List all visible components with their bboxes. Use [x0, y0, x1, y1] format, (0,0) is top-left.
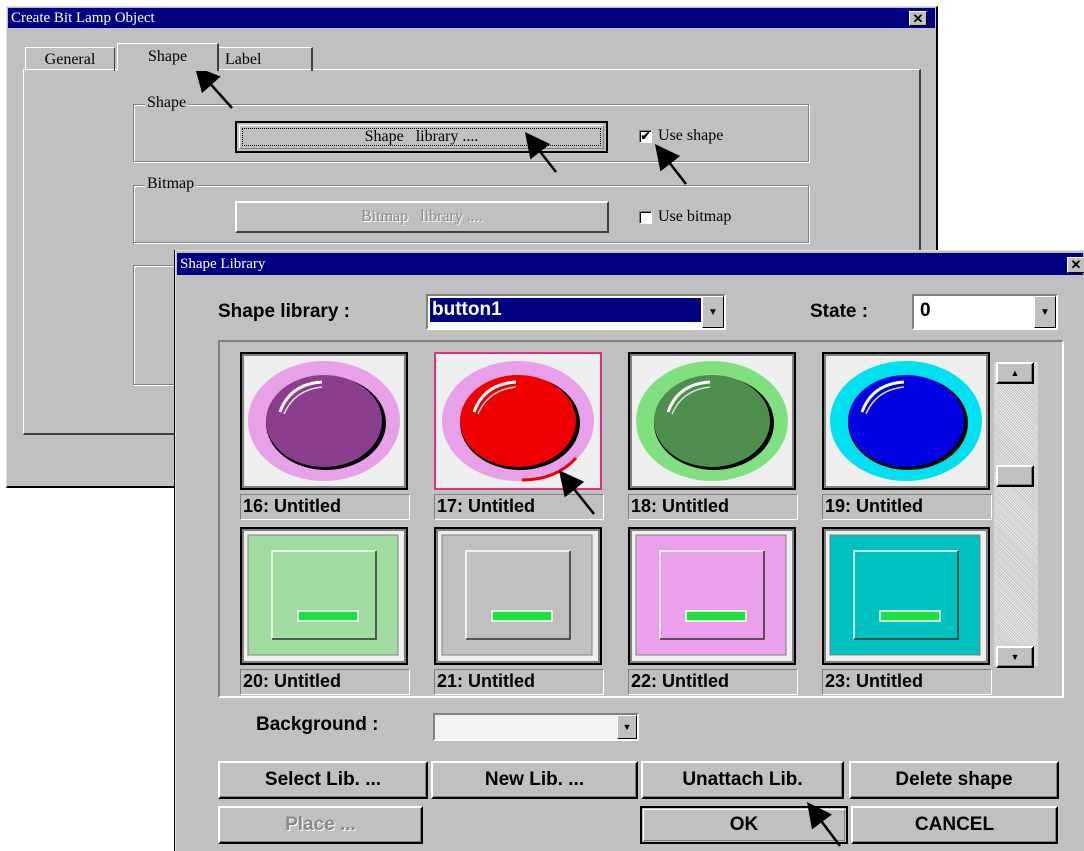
tab-shape-label: Shape — [147, 48, 188, 65]
close-button[interactable]: ✕ — [1067, 257, 1084, 273]
bitmap-library-button[interactable]: Bitmap library .... — [235, 201, 609, 233]
dialog-title: Shape Library — [180, 256, 266, 272]
select-lib-label: Select Lib. ... — [264, 769, 382, 790]
unattach-lib-label: Unattach Lib. — [682, 769, 803, 790]
shape-library-value: button1 — [430, 298, 701, 322]
scroll-up-button[interactable]: ▲ — [996, 362, 1034, 384]
bitmap-library-button-label: Bitmap library .... — [361, 208, 483, 225]
use-bitmap-checkbox[interactable]: Use bitmap — [639, 208, 731, 226]
tab-general-label: General — [44, 51, 96, 68]
dialog-title: Create Bit Lamp Object — [11, 10, 155, 26]
close-icon: ✕ — [912, 10, 924, 26]
use-bitmap-check — [639, 210, 652, 224]
state-dropdown-button[interactable]: ▼ — [1034, 296, 1056, 328]
background-label: Background : — [256, 714, 379, 735]
shape-library-button[interactable]: Shape library .... — [235, 121, 608, 153]
shape-tile[interactable]: 23: Untitled — [822, 527, 992, 697]
shape-caption: 18: Untitled — [628, 494, 798, 520]
select-lib-button[interactable]: Select Lib. ... — [218, 761, 428, 799]
cancel-button[interactable]: CANCEL — [851, 806, 1058, 844]
use-shape-label: Use shape — [658, 127, 724, 144]
cancel-label: CANCEL — [914, 814, 995, 835]
tab-label-label: Label — [225, 51, 262, 68]
shape-tile[interactable]: 20: Untitled — [240, 527, 410, 697]
title-bar[interactable]: Create Bit Lamp Object — [8, 8, 935, 28]
scroll-down-button[interactable]: ▼ — [996, 646, 1034, 668]
shape-tile[interactable]: 21: Untitled — [434, 527, 604, 697]
shape-thumbnail — [434, 527, 602, 665]
tab-general[interactable]: General — [25, 47, 115, 71]
shape-grid: 16: Untitled 17: Untitled 18: Untitled 19: … — [220, 342, 1060, 697]
shape-library-select[interactable]: button1 ▼ — [426, 294, 726, 330]
shape-library-dropdown-button[interactable]: ▼ — [702, 296, 724, 328]
place-label: Place ... — [285, 814, 356, 835]
shape-thumbnail — [240, 527, 408, 665]
scroll-down-icon: ▼ — [1010, 652, 1020, 662]
state-select[interactable]: 0 ▼ — [912, 294, 1058, 330]
shape-tile[interactable]: 16: Untitled — [240, 352, 410, 522]
ok-button[interactable]: OK — [640, 806, 848, 844]
shape-thumbnail — [240, 352, 408, 490]
background-dropdown-button[interactable]: ▼ — [617, 715, 637, 739]
close-button[interactable]: ✕ — [909, 11, 927, 26]
scroll-thumb[interactable] — [996, 465, 1034, 487]
shape-caption: 20: Untitled — [240, 669, 410, 695]
shape-thumbnail — [628, 352, 796, 490]
title-bar[interactable]: Shape Library — [177, 253, 1083, 275]
shape-library-dialog: Shape Library ✕ Shape library : button1 … — [175, 250, 1084, 851]
shape-caption: 17: Untitled — [434, 494, 604, 520]
tab-label[interactable]: Label — [219, 47, 313, 71]
chevron-down-icon: ▼ — [622, 722, 632, 732]
delete-shape-label: Delete shape — [895, 769, 1013, 790]
close-icon: ✕ — [1070, 257, 1082, 272]
unattach-lib-button[interactable]: Unattach Lib. — [641, 761, 844, 799]
shape-group-label: Shape — [145, 94, 189, 112]
shape-list-panel: 16: Untitled 17: Untitled 18: Untitled 19: … — [218, 340, 1064, 698]
shape-thumbnail — [628, 527, 796, 665]
shape-thumbnail — [434, 352, 602, 490]
shape-library-label: Shape library : — [218, 301, 350, 322]
chevron-down-icon: ▼ — [1040, 306, 1050, 318]
scroll-up-icon: ▲ — [1010, 368, 1020, 378]
bitmap-group-label: Bitmap — [145, 175, 197, 193]
chevron-down-icon: ▼ — [708, 306, 718, 318]
shape-caption: 21: Untitled — [434, 669, 604, 695]
new-lib-label: New Lib. ... — [484, 769, 585, 790]
new-lib-button[interactable]: New Lib. ... — [431, 761, 638, 799]
state-value: 0 — [920, 300, 931, 321]
shape-thumbnail — [822, 527, 990, 665]
shape-caption: 23: Untitled — [822, 669, 992, 695]
shape-tile[interactable]: 18: Untitled — [628, 352, 798, 522]
use-shape-checkbox[interactable]: ✔ Use shape — [639, 127, 723, 145]
shape-tile[interactable]: 19: Untitled — [822, 352, 992, 522]
shape-thumbnail — [822, 352, 990, 490]
vertical-scrollbar[interactable]: ▲ ▼ — [994, 362, 1038, 668]
shape-caption: 19: Untitled — [822, 494, 992, 520]
shape-tile[interactable]: 17: Untitled — [434, 352, 604, 522]
shape-caption: 22: Untitled — [628, 669, 798, 695]
state-label: State : — [810, 301, 869, 322]
ok-label: OK — [729, 814, 759, 835]
tab-shape[interactable]: Shape — [117, 43, 219, 71]
shape-caption: 16: Untitled — [240, 494, 410, 520]
place-button[interactable]: Place ... — [218, 806, 423, 844]
delete-shape-button[interactable]: Delete shape — [849, 761, 1059, 799]
use-shape-check: ✔ — [639, 128, 652, 143]
shape-tile[interactable]: 22: Untitled — [628, 527, 798, 697]
background-select[interactable]: ▼ — [433, 713, 639, 741]
use-bitmap-label: Use bitmap — [658, 208, 732, 225]
